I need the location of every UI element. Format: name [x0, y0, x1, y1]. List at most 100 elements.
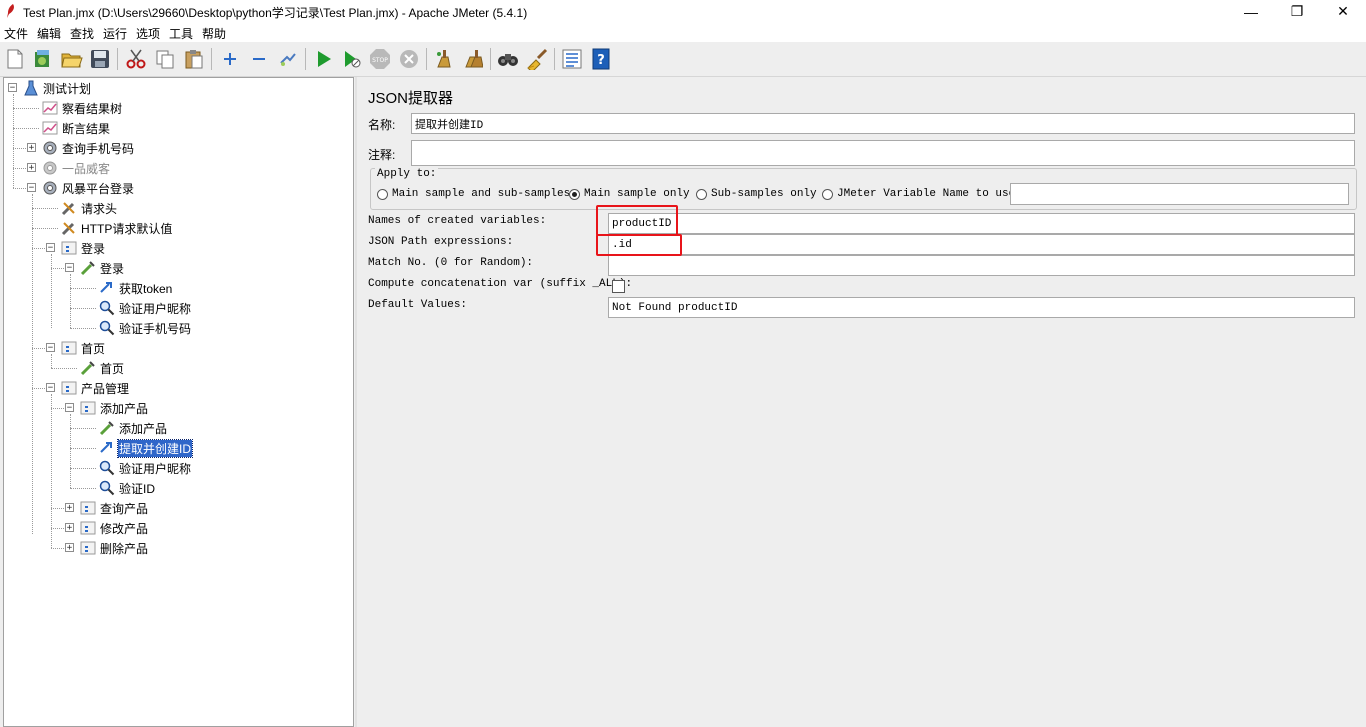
cut-icon[interactable] — [125, 48, 147, 70]
window-title: Test Plan.jmx (D:\Users\29660\Desktop\py… — [23, 6, 528, 20]
tree-node-http-defaults[interactable]: HTTP请求默认值 — [61, 218, 173, 238]
menu-file[interactable]: 文件 — [4, 25, 28, 42]
comment-input[interactable] — [411, 140, 1355, 166]
tree-node-extract-id[interactable]: 提取并创建ID — [99, 438, 194, 458]
tree-node-verify-id[interactable]: 验证ID — [99, 478, 156, 498]
tree-node-verify-nickname2[interactable]: 验证用户昵称 — [99, 458, 192, 478]
reset-search-icon[interactable] — [526, 48, 548, 70]
tree-node-login-controller[interactable]: 登录 — [61, 238, 106, 258]
menu-edit[interactable]: 编辑 — [37, 25, 61, 42]
expand-toggle[interactable]: + — [27, 143, 36, 153]
close-button[interactable]: ✕ — [1320, 0, 1366, 23]
tree-node-get-token[interactable]: 获取token — [99, 278, 173, 298]
tree-node-query-phone[interactable]: 查询手机号码 — [42, 138, 135, 158]
help-icon[interactable]: ? — [590, 48, 612, 70]
collapse-toggle[interactable]: − — [46, 383, 55, 393]
clear-icon[interactable] — [433, 48, 455, 70]
templates-icon[interactable] — [32, 48, 54, 70]
function-helper-icon[interactable] — [561, 48, 583, 70]
tree-label: 风暴平台登录 — [62, 181, 135, 196]
start-no-pause-icon[interactable] — [341, 48, 363, 70]
tree-node-home-sampler[interactable]: 首页 — [80, 358, 125, 378]
radio-button-selected[interactable] — [569, 188, 580, 200]
collapse-toggle[interactable]: − — [65, 263, 74, 273]
stop-icon[interactable]: STOP — [369, 48, 391, 70]
test-plan-tree[interactable]: − + + − − − − − − + + + 测试计划 察看结果树 断言结果 … — [3, 77, 354, 727]
controller-icon — [80, 400, 96, 416]
tree-node-view-results-tree[interactable]: 察看结果树 — [42, 98, 123, 118]
start-icon[interactable] — [313, 48, 335, 70]
tree-node-add-product-sampler[interactable]: 添加产品 — [99, 418, 168, 438]
toggle-icon[interactable] — [277, 48, 299, 70]
jmeter-var-input[interactable] — [1010, 183, 1349, 205]
clear-all-icon[interactable] — [462, 48, 484, 70]
radio-main-only[interactable]: Main sample only — [569, 188, 690, 200]
tree-node-query-product[interactable]: 查询产品 — [80, 498, 149, 518]
collapse-toggle[interactable]: − — [8, 83, 17, 93]
copy-icon[interactable] — [154, 48, 176, 70]
menu-options[interactable]: 选项 — [136, 25, 160, 42]
menu-run[interactable]: 运行 — [103, 25, 127, 42]
radio-button[interactable] — [696, 188, 707, 200]
tree-node-login-sampler[interactable]: 登录 — [80, 258, 125, 278]
shutdown-icon[interactable] — [398, 48, 420, 70]
test-plan-icon — [23, 80, 39, 96]
tree-node-delete-product[interactable]: 删除产品 — [80, 538, 149, 558]
expand-toggle[interactable]: + — [65, 543, 74, 553]
assertion-magnifier-icon — [99, 320, 115, 336]
open-icon[interactable] — [61, 48, 83, 70]
radio-jmeter-var[interactable]: JMeter Variable Name to use — [822, 188, 1015, 200]
tree-node-verify-nickname[interactable]: 验证用户昵称 — [99, 298, 192, 318]
tree-node-assertion-results[interactable]: 断言结果 — [42, 118, 111, 138]
collapse-toggle[interactable]: − — [27, 183, 36, 193]
name-input[interactable]: 提取并创建ID — [411, 113, 1355, 134]
controller-icon — [80, 520, 96, 536]
path-input[interactable]: .id — [608, 234, 1355, 255]
tree-node-verify-phone[interactable]: 验证手机号码 — [99, 318, 192, 338]
expand-toggle[interactable]: + — [65, 523, 74, 533]
minimize-button[interactable]: — — [1228, 0, 1274, 23]
menu-bar: 文件 编辑 查找 运行 选项 工具 帮助 — [0, 23, 1366, 42]
json-extractor-panel: JSON提取器 名称: 提取并创建ID 注释: Apply to: Main s… — [359, 77, 1366, 727]
restore-button[interactable]: ❐ — [1274, 0, 1320, 23]
split-pane-divider[interactable] — [355, 77, 357, 727]
expand-icon[interactable] — [219, 48, 241, 70]
collapse-toggle[interactable]: − — [46, 243, 55, 253]
tree-node-test-plan[interactable]: 测试计划 — [23, 78, 92, 98]
menu-help[interactable]: 帮助 — [202, 25, 226, 42]
collapse-toggle[interactable]: − — [46, 343, 55, 353]
menu-search[interactable]: 查找 — [70, 25, 94, 42]
radio-sub-only[interactable]: Sub-samples only — [696, 188, 817, 200]
radio-button[interactable] — [377, 188, 388, 200]
tree-label: 修改产品 — [100, 521, 149, 536]
radio-button[interactable] — [822, 188, 833, 200]
highlight-box-names — [596, 205, 678, 236]
collapse-toggle[interactable]: − — [65, 403, 74, 413]
tree-node-home-controller[interactable]: 首页 — [61, 338, 106, 358]
default-input[interactable]: Not Found productID — [608, 297, 1355, 318]
radio-main-and-sub[interactable]: Main sample and sub-samples — [377, 188, 570, 200]
save-icon[interactable] — [89, 48, 111, 70]
tree-node-modify-product[interactable]: 修改产品 — [80, 518, 149, 538]
concat-checkbox[interactable] — [612, 280, 625, 293]
names-input[interactable]: productID — [608, 213, 1355, 234]
tree-label: 登录 — [81, 241, 106, 256]
tree-label: 察看结果树 — [62, 101, 123, 116]
expand-toggle[interactable]: + — [27, 163, 36, 173]
tree-node-add-product-controller[interactable]: 添加产品 — [80, 398, 149, 418]
menu-tools[interactable]: 工具 — [169, 25, 193, 42]
search-icon[interactable] — [497, 48, 519, 70]
radio-label: Sub-samples only — [711, 188, 817, 200]
collapse-icon[interactable] — [248, 48, 270, 70]
radio-label: Main sample only — [584, 188, 690, 200]
tree-node-request-header[interactable]: 请求头 — [61, 198, 118, 218]
tree-label: 验证ID — [119, 481, 156, 496]
match-input[interactable] — [608, 255, 1355, 276]
tree-node-product-mgmt[interactable]: 产品管理 — [61, 378, 130, 398]
expand-toggle[interactable]: + — [65, 503, 74, 513]
new-icon[interactable] — [4, 48, 26, 70]
paste-icon[interactable] — [183, 48, 205, 70]
name-input-value: 提取并创建ID — [415, 119, 484, 132]
tree-node-fengbao-login[interactable]: 风暴平台登录 — [42, 178, 135, 198]
tree-node-yipin[interactable]: 一品威客 — [42, 158, 111, 178]
